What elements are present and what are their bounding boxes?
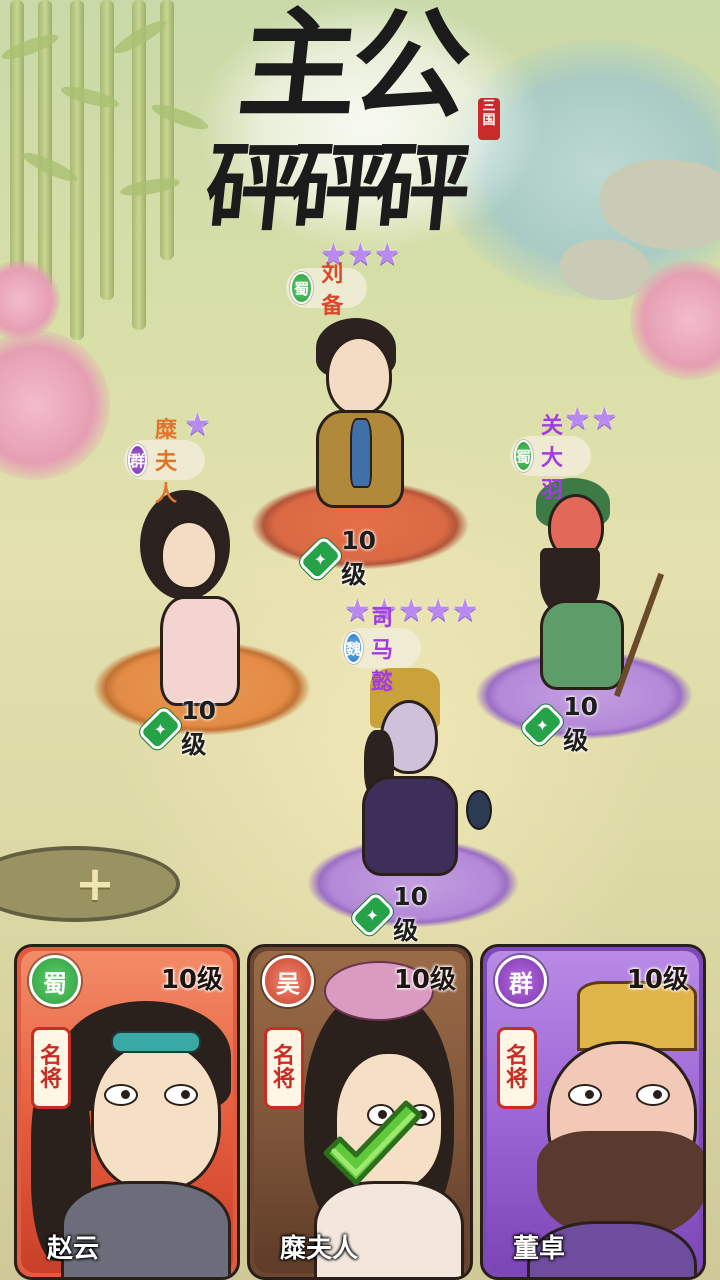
faction-badge: 蜀	[290, 272, 314, 304]
card-level: 10级	[626, 965, 689, 995]
faction-badge: 蜀	[29, 955, 81, 1007]
logo-title-line1: 主公	[232, 0, 472, 134]
hero-name: 关大羽	[541, 414, 565, 503]
faction-badge: 蜀	[514, 440, 534, 472]
faction-badge: 群	[128, 444, 148, 476]
hero-level: ✦ 10级	[136, 696, 225, 761]
hero-name-tag: 魏 司马懿	[340, 606, 422, 695]
logo-seal: 三国	[478, 98, 500, 140]
faction-badge: 群	[495, 955, 547, 1007]
hero-name-tag: 群 糜夫人	[124, 418, 206, 507]
card-name: 赵云	[47, 1234, 100, 1264]
portrait	[91, 1041, 221, 1191]
card-level: 10级	[393, 965, 456, 995]
card-name: 董卓	[513, 1234, 566, 1264]
card-level: 10级	[160, 965, 223, 995]
hero-level: ✦ 10级	[296, 526, 385, 591]
rank-badge: 名将	[31, 1027, 71, 1109]
card-name: 糜夫人	[280, 1234, 359, 1264]
faction-badge: 魏	[344, 632, 364, 664]
hero-name: 刘备	[321, 262, 345, 319]
faction-badge: 吴	[262, 955, 314, 1007]
plus-icon: +	[74, 856, 116, 912]
hero-level: ✦ 10级	[348, 882, 437, 947]
hero-level: ✦ 10级	[518, 692, 607, 757]
hero-card-dongzhuo[interactable]: 群 10级 名将 董卓	[480, 944, 706, 1280]
rank-badge: 名将	[497, 1027, 537, 1109]
hero-name: 糜夫人	[155, 418, 179, 507]
hero-name: 司马懿	[371, 606, 395, 695]
selected-check-icon	[323, 1100, 423, 1186]
rank-badge: 名将	[264, 1027, 304, 1109]
hero-stars: ★★★★★	[344, 593, 479, 628]
hero-name-tag: 蜀 关大羽	[510, 414, 592, 503]
game-logo: 主公 砰砰砰 三国	[200, 0, 540, 250]
hero-name-tag: 蜀 刘备	[286, 262, 368, 319]
logo-title-line2: 砰砰砰	[200, 131, 464, 244]
hero-card-zhaoyun[interactable]: 蜀 10级 名将 赵云	[14, 944, 240, 1280]
